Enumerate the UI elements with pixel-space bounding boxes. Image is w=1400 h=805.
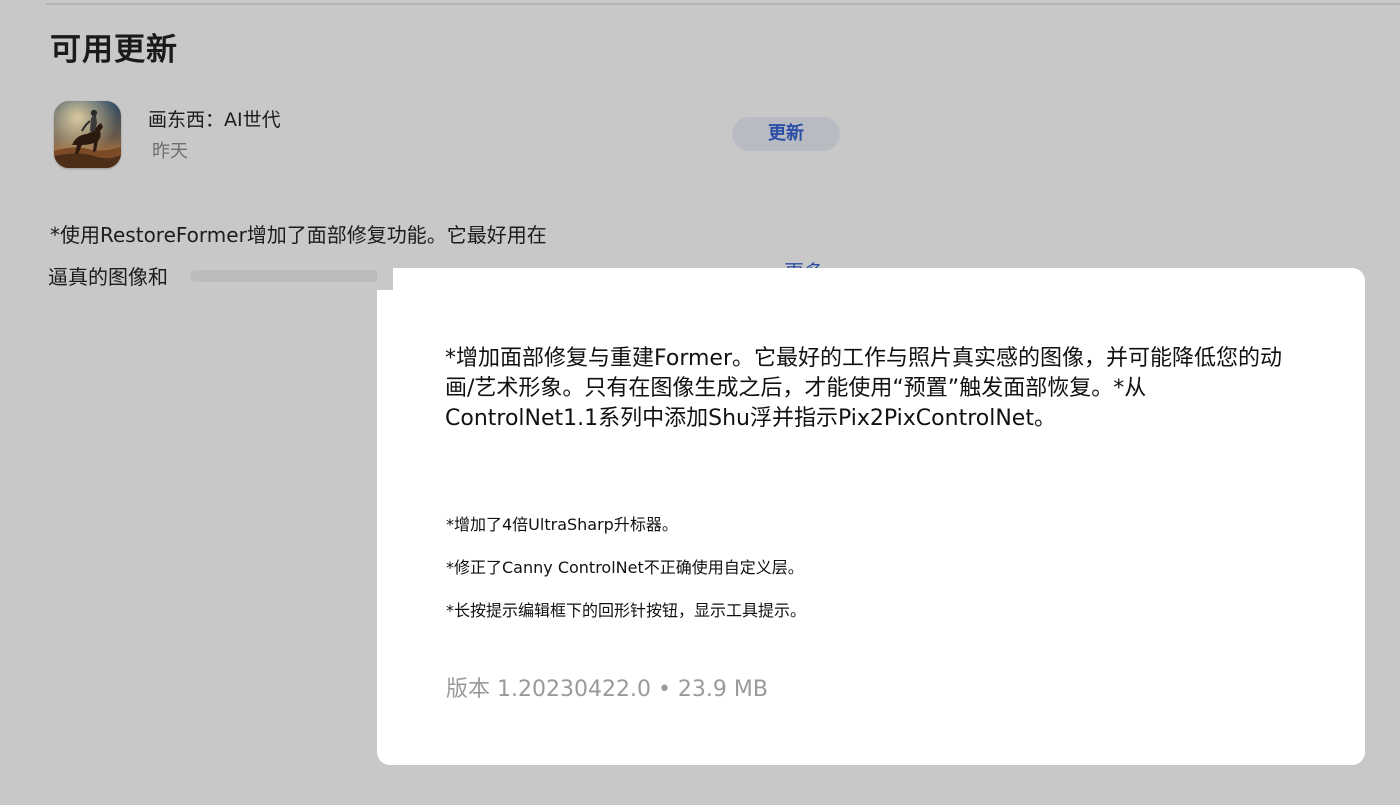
release-note-item: *修正了Canny ControlNet不正确使用自定义层。 bbox=[446, 558, 804, 577]
section-title: 可用更新 bbox=[50, 32, 178, 68]
release-notes-preview-line-1: *使用RestoreFormer增加了面部修复功能。它最好用在 bbox=[50, 223, 547, 247]
more-link[interactable]: 更多 bbox=[784, 256, 824, 268]
app-update-row[interactable]: 画东西：AI世代 昨天 更新 bbox=[0, 96, 1400, 176]
release-notes-preview-line-2: 逼真的图像和 bbox=[48, 265, 168, 289]
app-date: 昨天 bbox=[152, 141, 188, 162]
horse-rider-icon bbox=[54, 101, 121, 168]
version-info: 版本 1.20230422.0 • 23.9 MB bbox=[446, 677, 768, 702]
release-note-item: *长按提示编辑框下的回形针按钮，显示工具提示。 bbox=[446, 601, 807, 620]
release-note-item: *增加了4倍UltraSharp升标器。 bbox=[446, 515, 678, 534]
top-divider bbox=[46, 3, 1400, 5]
update-button[interactable]: 更新 bbox=[732, 117, 840, 151]
release-notes-lead: *增加面部修复与重建Former。它最好的工作与照片真实感的图像，并可能降低您的… bbox=[445, 346, 1283, 431]
popup-corner-notch bbox=[377, 268, 393, 290]
app-name: 画东西：AI世代 bbox=[148, 109, 281, 131]
release-notes-popup: *增加面部修复与重建Former。它最好的工作与照片真实感的图像，并可能降低您的… bbox=[377, 268, 1365, 765]
horse-rider-app-icon[interactable] bbox=[54, 101, 121, 168]
